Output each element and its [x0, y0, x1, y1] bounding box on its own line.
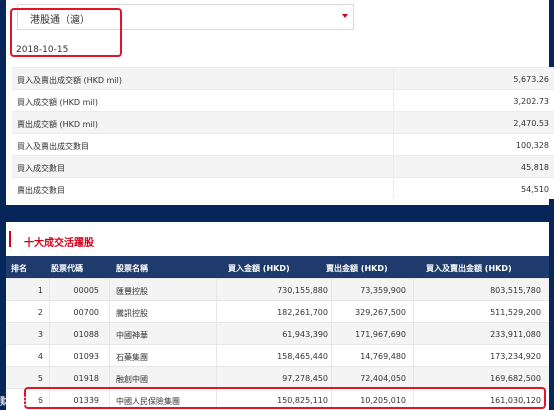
divider [216, 278, 217, 410]
top-ten-panel: 十大成交活躍股 排名 股票代碼 股票名稱 買入金額 (HKD) 賣出金額 (HK… [6, 222, 549, 410]
col-header-buy: 買入金額 (HKD) [228, 264, 290, 273]
daily-stats-panel: 港股通（滬） 2018-10-15 買入及賣出成交額 (HKD mil) 5,6… [6, 0, 554, 205]
divider [109, 278, 110, 410]
cell-buy: 61,943,390 [282, 330, 328, 339]
stat-row: 買入成交額 (HKD mil) 3,202.73 [12, 89, 554, 111]
stat-label: 買入及賣出成交數目 [17, 142, 89, 151]
divider [413, 278, 414, 410]
cell-code: 01088 [73, 330, 99, 339]
table-row: 1 00005 匯豐控股 730,155,880 73,359,900 803,… [6, 278, 549, 300]
stat-label: 賣出成交額 (HKD mil) [17, 120, 98, 129]
stat-label: 買入及賣出成交額 (HKD mil) [17, 76, 122, 85]
cell-buy: 158,465,440 [277, 352, 328, 361]
stat-value: 54,510 [521, 185, 549, 194]
cell-total: 169,682,500 [490, 374, 541, 383]
stat-row: 賣出成交額 (HKD mil) 2,470.53 [12, 111, 554, 133]
divider [393, 178, 394, 199]
cell-rank: 5 [37, 374, 43, 383]
divider [393, 134, 394, 155]
stat-value: 2,470.53 [513, 119, 549, 128]
col-header-rank: 排名 [11, 264, 27, 273]
table-row: 3 01088 中國神華 61,943,390 171,967,690 233,… [6, 322, 549, 344]
cell-sell: 171,967,690 [355, 330, 406, 339]
stats-list: 買入及賣出成交額 (HKD mil) 5,673.26 買入成交額 (HKD m… [12, 67, 554, 199]
cell-sell: 10,205,010 [360, 396, 406, 405]
divider [393, 68, 394, 89]
cell-total: 233,911,080 [490, 330, 541, 339]
cell-rank: 1 [37, 286, 43, 295]
table-header: 排名 股票代碼 股票名稱 買入金額 (HKD) 賣出金額 (HKD) 買入及賣出… [6, 256, 549, 278]
stat-label: 買入成交數目 [17, 164, 65, 173]
cell-rank: 3 [37, 330, 43, 339]
stat-label: 買入成交額 (HKD mil) [17, 98, 98, 107]
accent-bar [9, 231, 11, 247]
cell-name: 中國神華 [116, 331, 148, 340]
market-select-value: 港股通（滬） [30, 15, 90, 26]
col-header-total: 買入及賣出金額 (HKD) [426, 264, 512, 273]
cell-total: 161,030,120 [490, 396, 541, 405]
stat-row: 買入及賣出成交數目 100,328 [12, 133, 554, 155]
cell-name: 融創中國 [116, 375, 148, 384]
divider [393, 112, 394, 133]
cell-total: 511,529,200 [490, 308, 541, 317]
cell-sell: 73,359,900 [360, 286, 406, 295]
cell-code: 00700 [73, 308, 99, 317]
divider [331, 278, 332, 410]
cell-rank: 2 [37, 308, 43, 317]
section-title: 十大成交活躍股 [24, 238, 94, 249]
stat-value: 45,818 [521, 163, 549, 172]
stat-row: 買入成交數目 45,818 [12, 155, 554, 177]
col-header-code: 股票代碼 [51, 264, 83, 273]
cell-name: 匯豐控股 [116, 287, 148, 296]
cell-code: 01918 [73, 374, 99, 383]
cell-buy: 182,261,700 [277, 308, 328, 317]
col-header-sell: 賣出金額 (HKD) [326, 264, 388, 273]
cell-sell: 72,404,050 [360, 374, 406, 383]
col-header-name: 股票名稱 [116, 264, 148, 273]
table-row: 6 01339 中國人民保險集團 150,825,110 10,205,010 … [6, 388, 549, 410]
divider [49, 278, 50, 410]
divider [393, 90, 394, 111]
table-row: 4 01093 石藥集團 158,465,440 14,769,480 173,… [6, 344, 549, 366]
stat-row: 買入及賣出成交額 (HKD mil) 5,673.26 [12, 67, 554, 89]
chevron-down-icon[interactable] [342, 14, 348, 18]
cell-name: 中國人民保險集團 [116, 397, 180, 406]
stat-value: 100,328 [515, 141, 549, 150]
table-row: 2 00700 騰訊控股 182,261,700 329,267,500 511… [6, 300, 549, 322]
watermark-text: 财经日历 [0, 397, 40, 408]
cell-name: 騰訊控股 [116, 309, 148, 318]
section-header: 十大成交活躍股 [6, 222, 549, 256]
trade-date: 2018-10-15 [16, 45, 69, 55]
table-row: 5 01918 融創中國 97,278,450 72,404,050 169,6… [6, 366, 549, 388]
divider [393, 156, 394, 177]
stat-value: 3,202.73 [513, 97, 549, 106]
cell-name: 石藥集團 [116, 353, 148, 362]
stat-row: 賣出成交數目 54,510 [12, 177, 554, 199]
stat-label: 賣出成交數目 [17, 186, 65, 195]
cell-buy: 730,155,880 [277, 286, 328, 295]
stat-value: 5,673.26 [513, 75, 549, 84]
cell-total: 173,234,920 [490, 352, 541, 361]
cell-code: 00005 [73, 286, 99, 295]
cell-buy: 97,278,450 [282, 374, 328, 383]
cell-rank: 4 [37, 352, 43, 361]
cell-buy: 150,825,110 [277, 396, 328, 405]
cell-sell: 14,769,480 [360, 352, 406, 361]
cell-sell: 329,267,500 [355, 308, 406, 317]
cell-total: 803,515,780 [490, 286, 541, 295]
cell-code: 01339 [73, 396, 99, 405]
cell-code: 01093 [73, 352, 99, 361]
market-select[interactable]: 港股通（滬） [17, 4, 354, 30]
